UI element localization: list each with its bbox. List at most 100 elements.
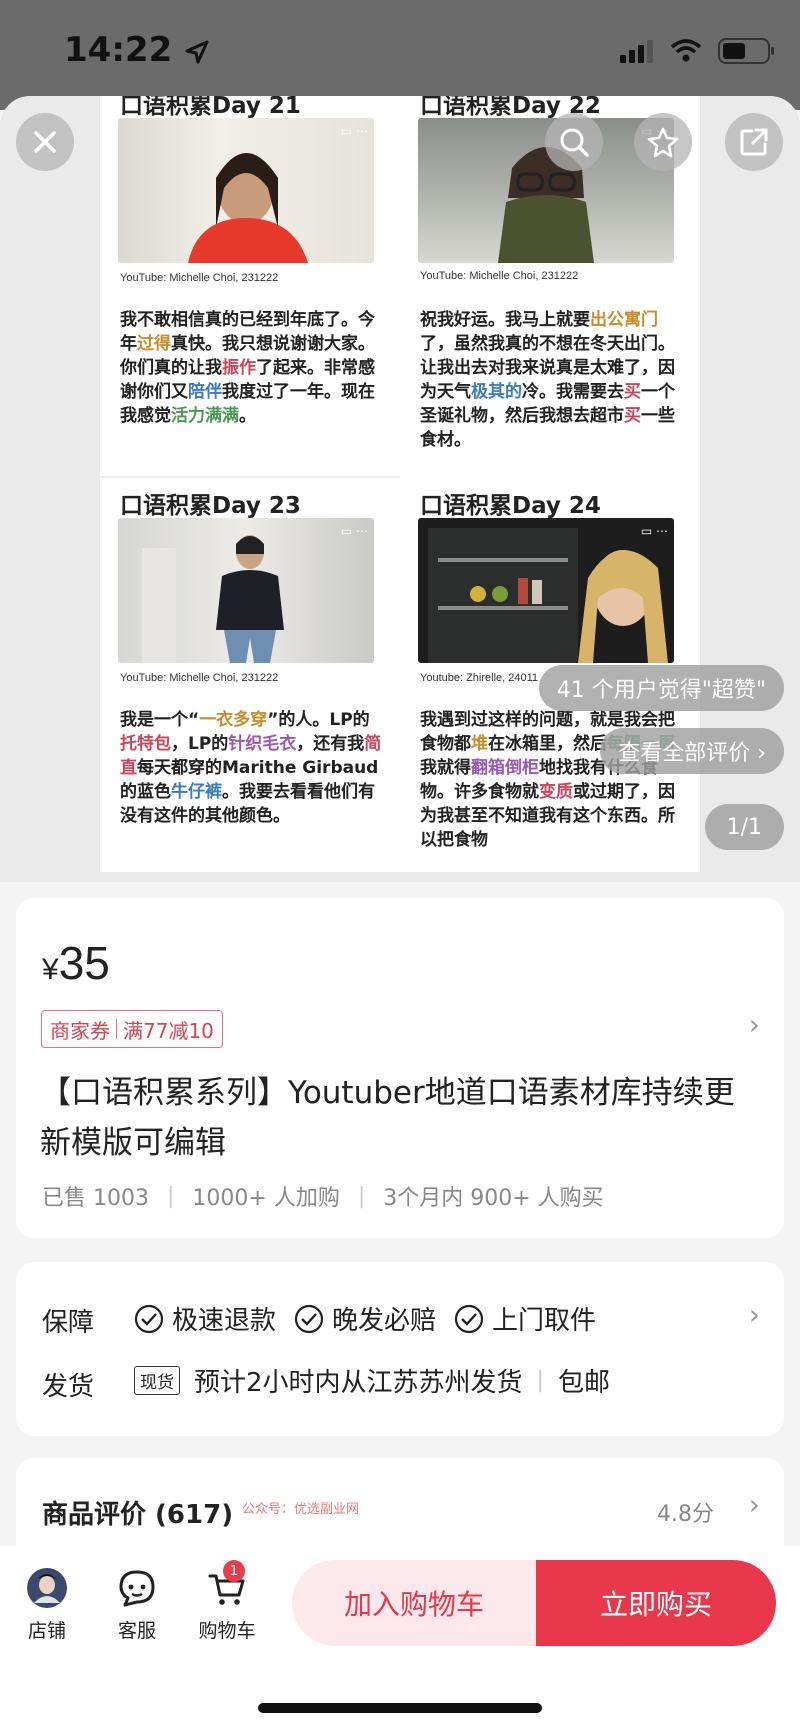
highlighted-phrase: 买 [624, 382, 641, 402]
photo-more-icon: ▭ ⋯ [340, 124, 368, 138]
favorite-button[interactable] [634, 113, 692, 171]
guarantee-item: 极速退款 [134, 1300, 276, 1337]
coupon-value: 满77减10 [123, 1018, 214, 1043]
tile-credit: YouTube: Michelle Choi, 231222 [120, 272, 279, 284]
search-icon [560, 128, 589, 157]
sold-count: 已售 1003 [42, 1186, 149, 1211]
highlighted-phrase: 振作 [222, 358, 256, 378]
check-circle-icon [294, 1304, 324, 1333]
highlighted-phrase: 变质 [539, 782, 573, 802]
cart-label: 购物车 [198, 1620, 256, 1642]
tile-text: 祝我好运。我马上就要出公寓门了，虽然我真的不想在冬天出门。让我出去对我来说真是太… [420, 308, 682, 452]
guarantee-text: 晚发必赔 [332, 1306, 437, 1336]
service-card[interactable]: 保障 极速退款 晚发必赔 上门取件 › 发货 现货 预计2小时内从江苏苏州发货 … [16, 1262, 784, 1436]
coupon-divider [116, 1019, 117, 1039]
all-reviews-link[interactable]: 查看全部评价 › [600, 728, 784, 774]
gallery-tile: 口语积累Day 21 ▭ ⋯ YouTube: Michelle Choi, 2… [100, 96, 398, 471]
likes-pill[interactable]: 41 个用户觉得"超赞" [538, 665, 784, 711]
tile-photo: ▭ ⋯ [118, 518, 374, 663]
text-segment: 冷。我需要去 [522, 382, 624, 402]
recent-purchases: 3个月内 900+ 人购买 [383, 1186, 604, 1211]
text-segment: 。 [239, 406, 256, 426]
guarantee-text: 上门取件 [492, 1306, 597, 1336]
text-segment: ，LP的 [171, 734, 229, 754]
search-button[interactable] [545, 113, 603, 171]
add-to-cart-button[interactable]: 加入购物车 [292, 1560, 536, 1646]
guarantee-list: 极速退款 晚发必赔 上门取件 [134, 1300, 596, 1337]
tile-text: 我是一个“一衣多穿”的人。LP的托特包，LP的针织毛衣，还有我简直每天都穿的Ma… [120, 708, 382, 828]
free-shipping: 包邮 [557, 1368, 610, 1398]
tile-photo: ▭ ⋯ [118, 118, 374, 263]
chat-icon-wrap [115, 1566, 159, 1610]
highlighted-phrase: 托特包 [120, 734, 171, 754]
shipping-divider: | [536, 1368, 544, 1393]
highlighted-phrase: 陪伴 [188, 382, 222, 402]
product-info-card: ¥35 商家券 满77减10 › 【口语积累系列】Youtuber地道口语素材库… [16, 898, 784, 1238]
price: ¥35 [42, 936, 110, 990]
wifi-icon [670, 39, 702, 62]
tile-title: 口语积累Day 24 [420, 493, 601, 519]
guarantee-item: 晚发必赔 [294, 1300, 436, 1337]
customer-service-button[interactable]: 客服 [100, 1566, 174, 1643]
fridge-illustration [428, 528, 668, 663]
check-circle-icon [454, 1304, 484, 1333]
chevron-right-icon[interactable]: › [749, 1298, 760, 1331]
clock-text: 14:22 [64, 30, 173, 70]
guarantee-label: 保障 [42, 1308, 95, 1338]
chat-icon [119, 1570, 155, 1607]
tile-title: 口语积累Day 23 [120, 493, 301, 519]
star-icon [647, 127, 679, 158]
tile-divider [100, 476, 400, 478]
battery-icon [718, 38, 774, 64]
guarantee-text: 极速退款 [172, 1306, 277, 1336]
highlighted-phrase: 过得 [137, 334, 171, 354]
share-button[interactable] [725, 113, 783, 171]
buy-now-button[interactable]: 立即购买 [536, 1560, 776, 1646]
chevron-right-icon[interactable]: › [749, 1008, 760, 1041]
shipping-label: 发货 [42, 1372, 95, 1402]
store-avatar [25, 1566, 69, 1610]
check-circle-icon [134, 1304, 164, 1333]
status-icons [618, 38, 776, 64]
cart-adds: 1000+ 人加购 [192, 1186, 340, 1211]
chevron-right-icon[interactable]: › [749, 1488, 760, 1521]
in-stock-tag: 现货 [134, 1366, 180, 1395]
price-value: 35 [58, 937, 110, 989]
tile-credit: YouTube: Michelle Choi, 231222 [120, 672, 279, 684]
store-label: 店铺 [27, 1620, 66, 1642]
text-segment: 我就得 [420, 758, 471, 778]
tile-title: 口语积累Day 21 [120, 96, 301, 119]
coupon-badge[interactable]: 商家券 满77减10 [41, 1010, 223, 1048]
photo-more-icon: ▭ ⋯ [340, 524, 368, 538]
highlighted-phrase: 一衣多穿 [199, 710, 268, 730]
store-button[interactable]: 店铺 [10, 1566, 84, 1643]
highlighted-phrase: 买 [624, 406, 641, 426]
person-illustration [142, 535, 284, 663]
review-score: 4.8分 [657, 1502, 714, 1527]
cellular-signal-icon [620, 40, 653, 63]
highlighted-phrase: 翻箱倒柜 [471, 758, 539, 778]
currency-symbol: ¥ [42, 953, 59, 986]
store-avatar-icon [27, 1568, 67, 1608]
tile-text: 我不敢相信真的已经到年底了。今年过得真快。我只想说谢谢大家。你们真的让我振作了起… [120, 308, 382, 428]
tile-photo: ▭ ⋯ [418, 518, 674, 663]
tile-credit: YouTube: Michelle Choi, 231222 [420, 270, 579, 282]
highlighted-phrase: 牛仔裤 [171, 782, 222, 802]
reviews-label: 商品评价 (617) [42, 1500, 234, 1530]
close-button[interactable] [16, 113, 74, 171]
gallery-tile: 口语积累Day 23 ▭ ⋯ YouTube: Michelle Choi, 2… [100, 486, 398, 871]
cart-count-badge: 1 [223, 1560, 245, 1582]
status-time: 14:22 [64, 30, 210, 70]
shipping-text: 预计2小时内从江苏苏州发货 [194, 1368, 523, 1398]
image-gallery[interactable]: 口语积累Day 21 ▭ ⋯ YouTube: Michelle Choi, 2… [0, 96, 800, 882]
stats-divider: | [357, 1183, 366, 1209]
highlighted-phrase: 活力满满 [171, 406, 239, 426]
tile-credit: Youtube: Zhirelle, 24011 [420, 672, 539, 684]
text-segment: 在冰箱里，然后 [488, 734, 607, 754]
page-indicator: 1/1 [704, 804, 784, 850]
home-indicator[interactable] [258, 1703, 542, 1713]
highlighted-phrase: 出公寓门 [590, 310, 658, 330]
text-segment: ”的人。LP的 [267, 710, 370, 730]
cart-button[interactable]: 1 购物车 [190, 1560, 264, 1643]
cart-icon-wrap: 1 [205, 1560, 249, 1610]
